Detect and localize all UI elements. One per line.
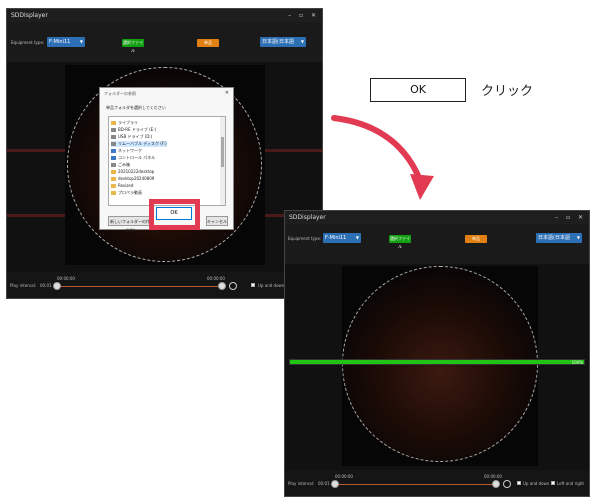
time-end: 00:00:00 <box>484 474 502 479</box>
seek-start-knob[interactable] <box>331 480 339 488</box>
tree-item[interactable]: ネットワーク <box>111 148 142 154</box>
tree-scrollbar-thumb[interactable] <box>221 137 224 167</box>
window-a-controls[interactable]: – ▫ ✕ <box>288 9 319 22</box>
window-b-controls[interactable]: – ▫ ✕ <box>555 211 586 224</box>
leftright-label: Left and right <box>557 481 584 486</box>
seek-end-knob[interactable] <box>492 480 500 488</box>
leftright-checkbox[interactable] <box>551 481 555 485</box>
folder-icon <box>111 184 116 188</box>
play-interval-label: Play interval: <box>288 481 315 486</box>
folder-icon <box>111 170 116 174</box>
drive-icon <box>111 135 116 139</box>
equipment-type-select[interactable]: F-Mini11 ▼ <box>47 37 85 47</box>
folder-icon <box>111 191 116 195</box>
window-b-bottombar: Play interval: 00:01 00:00:00 00:00:00 U… <box>285 470 589 496</box>
trash-icon <box>111 163 116 167</box>
chevron-down-icon: ▼ <box>79 39 83 44</box>
progress-fill <box>290 360 584 364</box>
dialog-prompt: 単品フォルダを選択してください <box>106 105 166 110</box>
tree-item[interactable]: プロペラ動画 <box>111 190 142 196</box>
new-folder-button[interactable]: 新しいフォルダーの作成(N) <box>108 216 152 233</box>
tree-item-selected[interactable]: リムーバブル ディスク (F:) <box>111 141 167 147</box>
dialog-ok-button[interactable]: OK <box>156 207 192 220</box>
window-a-title: SDDIsplayer <box>11 12 48 19</box>
seek-track[interactable] <box>337 484 495 485</box>
window-b-titlebar: SDDisplayer – ▫ ✕ <box>285 211 589 224</box>
tree-item[interactable]: BD-RE ドライブ (E:) <box>111 127 156 133</box>
drive-icon <box>111 142 116 146</box>
equipment-type-value: F-Mini11 <box>49 39 71 45</box>
tree-item[interactable]: USB ドライブ (D:) <box>111 134 152 140</box>
seek-track[interactable] <box>59 286 221 287</box>
updown-checkbox[interactable] <box>517 481 521 485</box>
tree-item[interactable]: ごみ箱 <box>111 162 130 168</box>
drive-icon <box>111 128 116 132</box>
equipment-type-label: Equipment type: <box>288 236 322 241</box>
single-item-button[interactable]: 単品 <box>465 235 487 243</box>
window-b-title: SDDisplayer <box>289 214 326 221</box>
chevron-down-icon: ▼ <box>355 235 359 240</box>
time-start: 00:00:00 <box>57 276 75 281</box>
time-start: 00:00:00 <box>335 474 353 479</box>
control-panel-icon <box>111 156 116 160</box>
window-b: SDDisplayer – ▫ ✕ Equipment type: F-Mini… <box>284 210 590 497</box>
tree-item[interactable]: コントロール パネル <box>111 155 155 161</box>
curved-arrow-icon <box>331 115 434 200</box>
single-item-button[interactable]: 単品 <box>197 39 219 47</box>
language-value: 日本語(日本語 <box>538 235 570 241</box>
window-a-toolbar: Equipment type: F-Mini11 ▼ 選択ファイル 単品 日本語… <box>7 22 322 62</box>
window-a-titlebar: SDDIsplayer – ▫ ✕ <box>7 9 322 22</box>
language-select[interactable]: 日本語(日本語 ▼ <box>260 37 306 47</box>
progress-bar: 100% <box>289 359 585 365</box>
time-end: 00:00:00 <box>207 276 225 281</box>
seek-end-knob[interactable] <box>218 282 226 290</box>
ok-legend-button: OK <box>370 78 466 102</box>
click-instruction: クリック <box>481 84 534 99</box>
display-area <box>342 266 538 466</box>
language-select[interactable]: 日本語(日本語 ▼ <box>536 233 582 243</box>
progress-percent: 100% <box>571 360 583 365</box>
dialog-title: フォルダーの参照 <box>104 91 136 96</box>
tree-item[interactable]: ライブラリ <box>111 120 138 126</box>
folder-icon <box>111 121 116 125</box>
tree-scrollbar[interactable] <box>220 117 225 205</box>
tree-item[interactable]: 20210222desktop <box>111 169 154 174</box>
play-interval-value: 00:01 <box>40 283 52 288</box>
equipment-type-value: F-Mini11 <box>325 235 347 241</box>
language-value: 日本語(日本語 <box>262 39 294 45</box>
updown-label: Up and down <box>258 283 285 288</box>
select-file-button[interactable]: 選択ファイル <box>122 39 144 53</box>
chevron-down-icon: ▼ <box>576 235 580 240</box>
seek-start-knob[interactable] <box>53 282 61 290</box>
window-b-toolbar: Equipment type: F-Mini11 ▼ 選択ファイル 単品 日本語… <box>285 224 589 264</box>
record-icon[interactable] <box>503 480 511 488</box>
cancel-button[interactable]: キャンセル <box>206 216 228 226</box>
chevron-down-icon: ▼ <box>300 39 304 44</box>
window-a: SDDIsplayer – ▫ ✕ Equipment type: F-Mini… <box>6 8 323 299</box>
stage: SDDIsplayer – ▫ ✕ Equipment type: F-Mini… <box>0 0 594 502</box>
tree-item[interactable]: Resized <box>111 183 133 188</box>
record-icon[interactable] <box>229 282 237 290</box>
equipment-type-select[interactable]: F-Mini11 ▼ <box>323 233 361 243</box>
updown-label: Up and down <box>523 481 550 486</box>
select-file-button[interactable]: 選択ファイル <box>389 235 411 249</box>
tree-item[interactable]: desktop20240809 <box>111 176 154 181</box>
network-icon <box>111 149 116 153</box>
updown-checkbox[interactable] <box>251 283 255 287</box>
folder-tree: ライブラリ BD-RE ドライブ (E:) USB ドライブ (D:) リムーバ… <box>108 116 226 206</box>
window-a-bottombar: Play interval: 00:01 00:00:00 00:00:00 U… <box>7 272 322 298</box>
play-interval-value: 00:01 <box>318 481 330 486</box>
equipment-type-label: Equipment type: <box>11 40 45 45</box>
folder-icon <box>111 177 116 181</box>
play-interval-label: Play interval: <box>10 283 37 288</box>
close-icon[interactable]: ✕ <box>225 90 229 96</box>
